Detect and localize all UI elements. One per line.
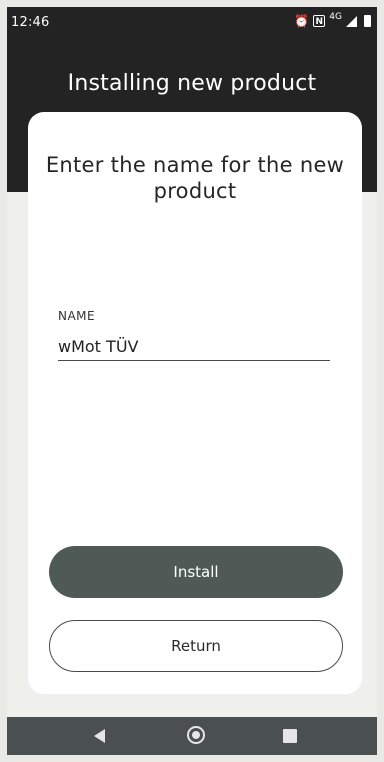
back-icon[interactable] (94, 729, 105, 743)
signal-icon (346, 15, 357, 27)
status-icons: ⏰ N 4G (294, 12, 371, 28)
name-input[interactable] (58, 332, 330, 361)
card-title: Enter the name for the new product (45, 153, 345, 203)
home-icon[interactable] (187, 726, 205, 744)
name-field-label: NAME (58, 309, 96, 323)
network-type: 4G (329, 12, 342, 22)
nfc-icon: N (313, 15, 326, 27)
status-time: 12:46 (11, 15, 50, 30)
install-button[interactable]: Install (49, 546, 343, 598)
battery-icon (364, 15, 371, 27)
return-button[interactable]: Return (49, 620, 343, 672)
navigation-bar (7, 717, 377, 755)
app-screen: 12:46 ⏰ N 4G Installing new product Ente… (7, 7, 377, 755)
status-bar: 12:46 ⏰ N 4G (7, 7, 377, 39)
alarm-icon: ⏰ (294, 14, 310, 28)
page-title: Installing new product (67, 71, 317, 96)
recent-apps-icon[interactable] (283, 729, 297, 743)
product-name-card: Enter the name for the new product NAME … (28, 112, 362, 694)
